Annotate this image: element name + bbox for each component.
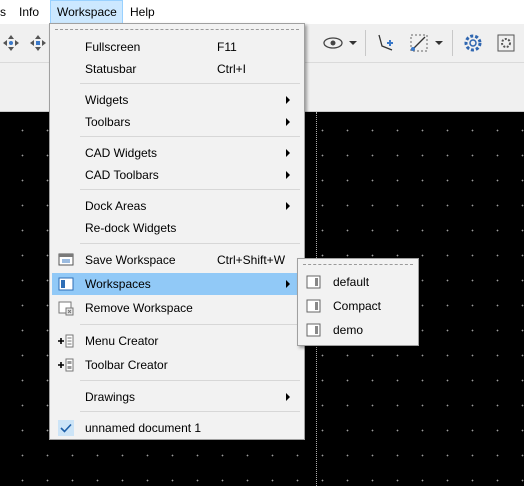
menu-item-dock-areas[interactable]: Dock Areas [52,195,302,217]
menu-item-cad-widgets[interactable]: CAD Widgets [52,142,302,164]
shortcut-label: F11 [217,40,237,54]
menu-item-toolbars[interactable]: Toolbars [52,111,302,133]
menu-separator [80,411,300,412]
workspace-menu: Fullscreen F11 Statusbar Ctrl+I Widgets … [49,23,305,440]
workspace-item-compact[interactable]: Compact [300,295,416,317]
menu-item-workspaces[interactable]: Workspaces [52,273,302,295]
menu-item-fullscreen[interactable]: Fullscreen F11 [52,36,302,58]
visibility-icon[interactable] [322,32,344,54]
shortcut-label: Ctrl+I [217,62,247,76]
move-icon[interactable] [0,32,22,54]
workspaces-submenu: default Compact demo [297,258,419,346]
menu-item-re-dock-widgets[interactable]: Re-dock Widgets [52,217,302,239]
menu-item-menu-creator[interactable]: Menu Creator [52,330,302,352]
save-workspace-icon [58,252,74,268]
submenu-arrow-icon [286,202,290,210]
submenu-arrow-icon [286,171,290,179]
shortcut-label: Ctrl+Shift+W [217,253,286,267]
menu-item-drawings[interactable]: Drawings [52,386,302,408]
menu-item-cad-toolbars[interactable]: CAD Toolbars [52,164,302,186]
snap-line-icon[interactable] [408,32,430,54]
menu-item-widgets[interactable]: Widgets [52,89,302,111]
submenu-arrow-icon [286,96,290,104]
submenu-arrow-icon [286,393,290,401]
workspace-icon [58,276,74,292]
menu-separator [80,324,300,325]
menu-separator [80,189,300,190]
menu-separator [80,380,300,381]
menu-creator-icon [58,333,74,349]
menu-item-statusbar[interactable]: Statusbar Ctrl+I [52,58,302,80]
menu-tearoff[interactable] [55,29,299,30]
remove-workspace-icon [58,300,74,316]
workspace-item-demo[interactable]: demo [300,319,416,341]
check-icon [58,420,74,436]
menu-info[interactable]: Info [19,0,45,24]
settings-gear-icon[interactable] [462,32,484,54]
workspace-icon [306,275,322,289]
workspace-item-default[interactable]: default [300,271,416,293]
preferences-icon[interactable] [495,32,517,54]
chevron-down-icon[interactable] [349,41,357,45]
menu-item-toolbar-creator[interactable]: Toolbar Creator [52,354,302,376]
menu-separator [80,83,300,84]
submenu-arrow-icon [286,149,290,157]
move-rotate-icon[interactable] [27,32,49,54]
submenu-arrow-icon [286,118,290,126]
workspace-icon [306,299,322,313]
submenu-arrow-icon [286,280,290,288]
menu-item-remove-workspace[interactable]: Remove Workspace [52,297,302,319]
menu-settings-partial[interactable]: s [0,0,8,24]
toolbar-separator [365,30,366,56]
menu-separator [80,243,300,244]
menu-help[interactable]: Help [130,0,160,24]
menu-bar: s Info Workspace Help [0,0,524,24]
menu-workspace[interactable]: Workspace [50,0,123,24]
menu-item-unnamed-document[interactable]: unnamed document 1 [52,417,302,439]
snap-point-icon[interactable] [375,32,397,54]
menu-tearoff[interactable] [303,264,413,265]
chevron-down-icon[interactable] [435,41,443,45]
workspace-icon [306,323,322,337]
menu-item-save-workspace[interactable]: Save Workspace Ctrl+Shift+W [52,249,302,271]
toolbar-separator [452,30,453,56]
menu-separator [80,136,300,137]
toolbar-creator-icon [58,357,74,373]
